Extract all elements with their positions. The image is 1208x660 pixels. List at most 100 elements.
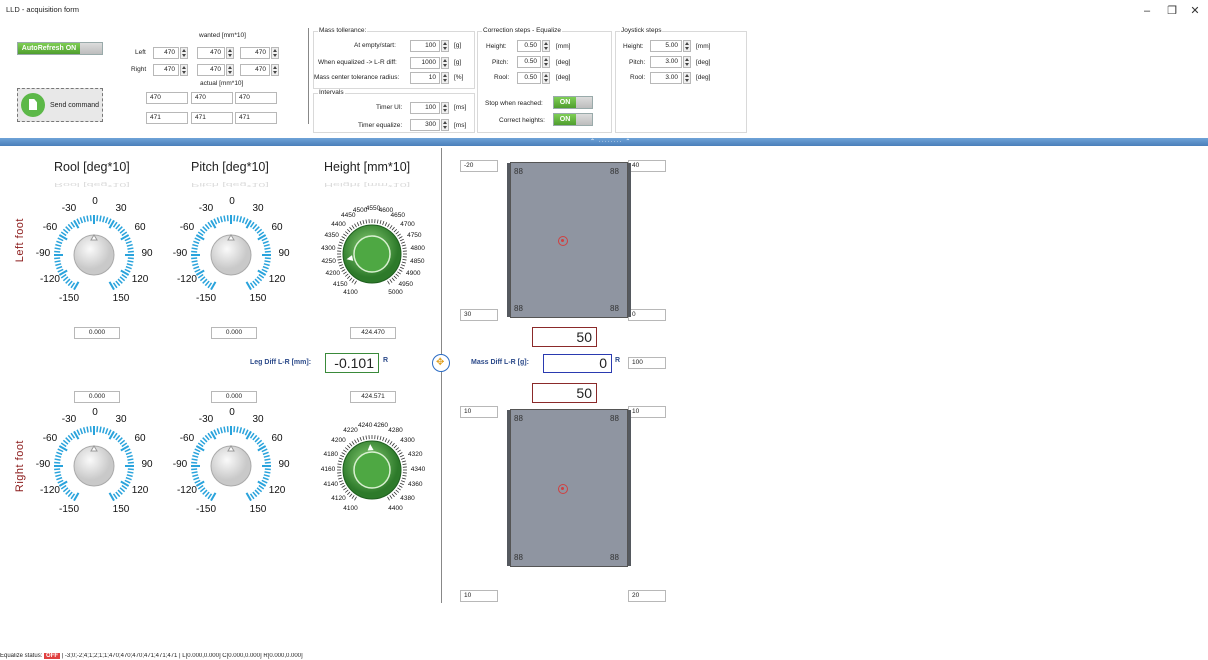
dial-tick — [213, 218, 218, 225]
dial-tick — [193, 451, 200, 456]
joy-pitch-spinner[interactable] — [683, 56, 691, 68]
panel-splitter[interactable]: ⌃ ········ ⌃ — [0, 138, 1208, 146]
dial-tick — [264, 257, 271, 260]
dial-tick — [56, 451, 63, 456]
dial-tick — [57, 448, 64, 453]
dial-tick — [127, 247, 134, 250]
dial-tick — [102, 427, 106, 434]
center-joystick-icon[interactable] — [432, 354, 450, 372]
joy-pitch-input[interactable]: 3.00 — [650, 56, 682, 68]
dial-tick-label: -150 — [59, 504, 80, 516]
dial-tick — [264, 247, 271, 250]
dial-tick — [194, 479, 201, 484]
dial-tick — [216, 428, 221, 435]
dial-tick — [356, 222, 360, 227]
wanted-left-3[interactable]: 470 — [240, 47, 270, 59]
wanted-right-1-spinner[interactable] — [180, 64, 188, 76]
dial-tick — [115, 491, 121, 498]
wanted-left-1[interactable]: 470 — [153, 47, 179, 59]
dial-tick — [395, 489, 400, 493]
dial-tick-label: 120 — [131, 274, 149, 285]
joy-height-input[interactable]: 5.00 — [650, 40, 682, 52]
dial-tick — [121, 484, 128, 490]
wanted-left-2[interactable]: 470 — [197, 47, 225, 59]
dial-tick — [401, 460, 406, 463]
top-separator — [308, 28, 309, 124]
dial-tick — [60, 442, 67, 448]
dial-tick — [193, 240, 200, 245]
dial-tick — [55, 263, 62, 267]
wanted-left-2-spinner[interactable] — [226, 47, 234, 59]
dial-tick — [199, 439, 206, 445]
corr-rool-spinner[interactable] — [542, 72, 550, 84]
joy-rool-input[interactable]: 3.00 — [650, 72, 682, 84]
close-button[interactable]: ✕ — [1186, 4, 1204, 18]
dial-tick — [236, 215, 239, 222]
mass-radius-spinner[interactable] — [441, 72, 449, 84]
dial-tick — [264, 468, 271, 471]
splitter-grip-icon[interactable]: ⌃ ········ ⌃ — [590, 138, 631, 145]
mass-empty-spinner[interactable] — [441, 40, 449, 52]
mass-equalized-input[interactable]: 1000 — [410, 57, 440, 69]
timer-ui-unit: [ms] — [454, 104, 467, 111]
dial-tick-label: 4900 — [405, 270, 421, 278]
dial-tick — [56, 265, 63, 270]
left-height-dial[interactable] — [312, 204, 432, 304]
dial-tick — [244, 429, 249, 436]
dial-tick — [191, 471, 198, 474]
corr-pitch-input[interactable]: 0.50 — [517, 56, 541, 68]
dial-knob — [73, 234, 115, 276]
wanted-left-3-spinner[interactable] — [271, 47, 279, 59]
dial-tick — [126, 243, 133, 247]
wanted-right-3[interactable]: 470 — [240, 64, 270, 76]
dial-tick — [401, 477, 406, 480]
dial-tick — [193, 265, 200, 270]
timer-ui-input[interactable]: 100 — [410, 102, 440, 114]
dial-tick-label: 4120 — [331, 494, 346, 502]
corr-height-spinner[interactable] — [542, 40, 550, 52]
dial-tick — [192, 243, 199, 247]
wanted-left-1-spinner[interactable] — [180, 47, 188, 59]
wanted-right-1[interactable]: 470 — [153, 64, 179, 76]
wanted-right-3-spinner[interactable] — [271, 64, 279, 76]
corr-rool-input[interactable]: 0.50 — [517, 72, 541, 84]
dial-tick — [343, 487, 347, 491]
maximize-button[interactable]: ❐ — [1163, 4, 1181, 18]
dial-tick — [261, 448, 268, 453]
timer-equalize-input[interactable]: 300 — [410, 119, 440, 131]
minimize-button[interactable]: – — [1138, 4, 1156, 18]
corr-pitch-spinner[interactable] — [542, 56, 550, 68]
dial-tick — [393, 275, 398, 280]
joy-height-spinner[interactable] — [683, 40, 691, 52]
dial-tick — [395, 231, 400, 235]
dial-tick-label: 4350 — [324, 232, 339, 240]
correct-heights-toggle[interactable]: ON — [553, 113, 593, 126]
joy-pitch-label: Pitch: — [629, 59, 646, 66]
wanted-right-2-spinner[interactable] — [226, 64, 234, 76]
upper-bl-value: 30 — [460, 309, 498, 321]
timer-ui-spinner[interactable] — [441, 102, 449, 114]
dial-tick — [204, 491, 210, 498]
dial-tick — [384, 438, 388, 443]
stop-when-reached-toggle[interactable]: ON — [553, 96, 593, 109]
mass-empty-input[interactable]: 100 — [410, 40, 440, 52]
timer-equalize-spinner[interactable] — [441, 119, 449, 131]
dial-tick — [264, 260, 271, 263]
dial-tick — [112, 282, 118, 289]
dial-tick — [400, 457, 406, 460]
mass-radius-input[interactable]: 10 — [410, 72, 440, 84]
dial-tick — [261, 268, 268, 273]
send-command-button[interactable]: Send command — [17, 88, 103, 122]
dial-tick — [82, 216, 86, 223]
corr-height-input[interactable]: 0.50 — [517, 40, 541, 52]
joy-rool-spinner[interactable] — [683, 72, 691, 84]
autorefresh-toggle[interactable]: AutoRefresh ON — [17, 42, 103, 55]
wanted-right-2[interactable]: 470 — [197, 64, 225, 76]
dial-tick — [341, 485, 346, 488]
dial-tick-label: 120 — [131, 485, 149, 496]
dial-tick — [236, 426, 239, 433]
mass-equalized-spinner[interactable] — [441, 57, 449, 69]
dial-tick-label: 4400 — [388, 504, 403, 512]
pitch-title: Pitch [deg*10] — [191, 160, 269, 174]
dial-tick — [382, 220, 385, 226]
